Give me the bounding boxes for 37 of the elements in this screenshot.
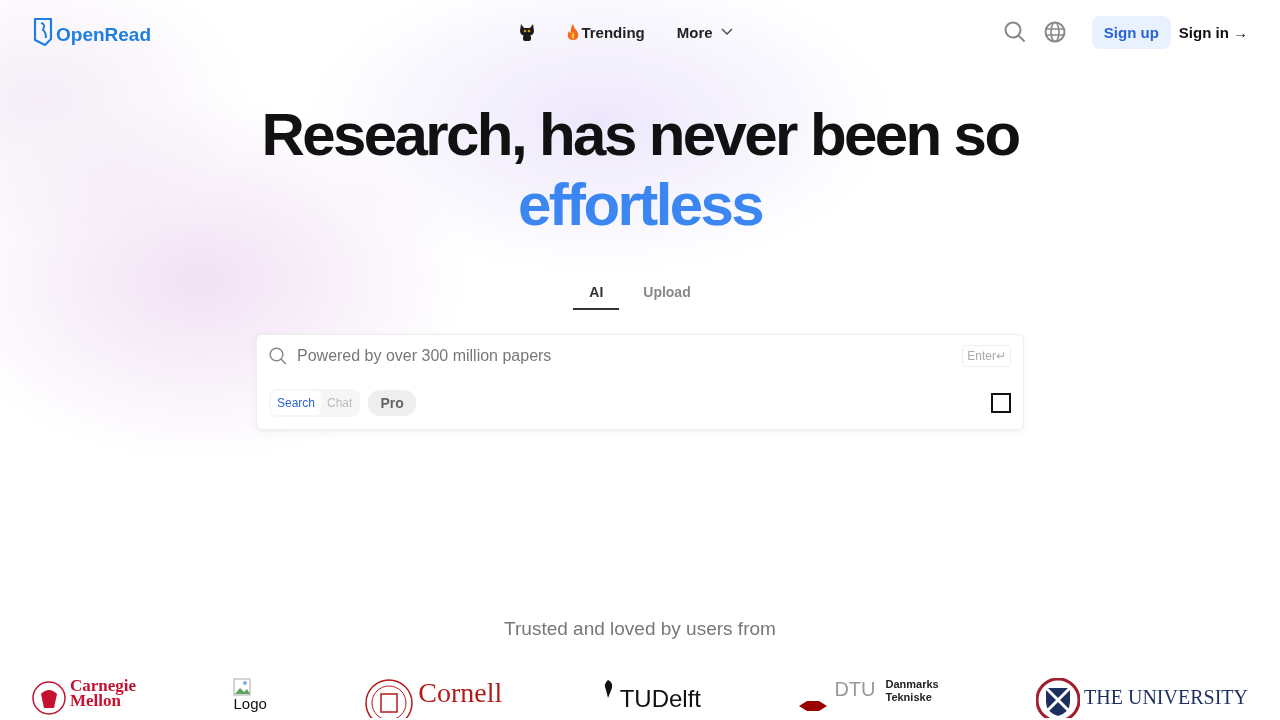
- fire-icon: [567, 24, 580, 40]
- more-menu[interactable]: More: [676, 23, 733, 41]
- logo-text: Mellon: [70, 693, 121, 708]
- logo-text: OpenRead: [56, 24, 152, 46]
- tab[interactable]: AI: [573, 278, 620, 310]
- tab[interactable]: Upload: [627, 278, 707, 310]
- enter-hint: Enter↵: [962, 345, 1011, 367]
- logo-text: Tekniske: [885, 691, 933, 704]
- logo-text: Logo: [233, 696, 267, 712]
- book-icon: [32, 16, 54, 48]
- pro-button[interactable]: Pro: [368, 390, 416, 416]
- seal-icon: [32, 678, 66, 718]
- sign-in-link[interactable]: Sign in →: [1178, 23, 1248, 41]
- checkbox[interactable]: [991, 393, 1011, 413]
- logo-text: Cornell: [418, 678, 503, 708]
- trusted-heading: Trusted and loved by users from: [504, 618, 776, 640]
- hero-title: Research, has never been so: [261, 100, 1019, 170]
- cat-icon[interactable]: [519, 22, 536, 42]
- chevron-down-icon: [720, 28, 733, 36]
- hero-highlight: effortless: [517, 170, 763, 240]
- seal-icon: [364, 678, 415, 718]
- logo-text: DTU: [834, 678, 876, 702]
- trending-link[interactable]: Trending: [567, 23, 645, 41]
- logo-text: THE UNIVERSITY: [1084, 686, 1248, 709]
- logo-text: TUDelft: [619, 684, 701, 714]
- logo-text: Carnegie: [70, 678, 137, 693]
- logo-link[interactable]: OpenRead: [32, 16, 332, 48]
- sign-up-button[interactable]: Sign up: [1091, 15, 1171, 49]
- logo-text: Danmarks: [885, 678, 939, 691]
- emblem-icon: [798, 700, 829, 712]
- search-icon[interactable]: [1003, 21, 1026, 43]
- crest-icon: [1036, 678, 1081, 718]
- search-icon: [269, 347, 287, 365]
- mode-option[interactable]: Search: [271, 391, 322, 415]
- search-field[interactable]: Powered by over 300 million papers: [297, 347, 953, 365]
- broken-image-icon: [233, 678, 252, 696]
- globe-icon[interactable]: [1043, 21, 1066, 43]
